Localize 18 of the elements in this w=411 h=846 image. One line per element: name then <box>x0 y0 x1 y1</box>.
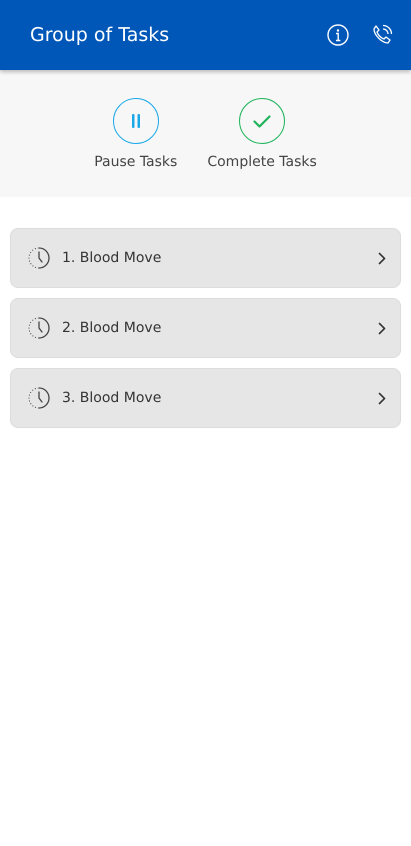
pause-icon <box>130 114 141 128</box>
phone-icon <box>371 24 393 46</box>
chevron-right-icon <box>378 392 386 404</box>
task-row[interactable]: 1. Blood Move <box>10 228 401 288</box>
clock-icon <box>28 317 50 339</box>
task-row[interactable]: 3. Blood Move <box>10 368 401 428</box>
clock-icon <box>28 387 50 409</box>
task-row[interactable]: 2. Blood Move <box>10 298 401 358</box>
clock-icon <box>28 247 50 269</box>
chevron-right-icon <box>378 252 386 264</box>
info-icon <box>327 24 349 46</box>
chevron-right-icon <box>378 322 386 334</box>
info-button[interactable] <box>327 24 349 46</box>
task-action-button[interactable]: Complete Tasks <box>207 98 317 197</box>
call-button[interactable] <box>371 24 393 46</box>
task-action-button[interactable]: Pause Tasks <box>94 98 178 197</box>
checkmark-icon <box>253 114 272 128</box>
page-title: Group of Tasks <box>30 24 170 46</box>
